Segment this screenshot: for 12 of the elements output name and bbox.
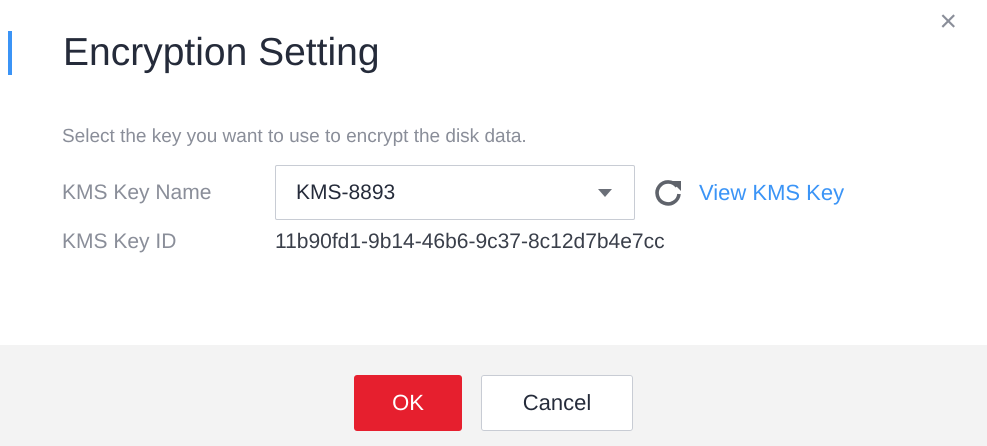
accent-bar xyxy=(8,31,12,75)
cancel-button[interactable]: Cancel xyxy=(481,375,633,431)
key-select[interactable]: KMS-8893 xyxy=(275,165,635,220)
close-button[interactable]: × xyxy=(935,6,961,38)
ok-button[interactable]: OK xyxy=(354,375,462,431)
view-key-link[interactable]: View KMS Key xyxy=(699,180,844,206)
key-id-value: 11b90fd1-9b14-46b6-9c37-8c12d7b4e7cc xyxy=(275,230,665,254)
field-label: KMS Key Name xyxy=(62,180,212,204)
caret-icon xyxy=(598,188,612,196)
field-label: KMS Key ID xyxy=(62,230,178,254)
description-text: Select the key you want to use to encrypt the disk data. xyxy=(62,126,528,148)
dialog-title: Encryption Setting xyxy=(63,31,380,75)
